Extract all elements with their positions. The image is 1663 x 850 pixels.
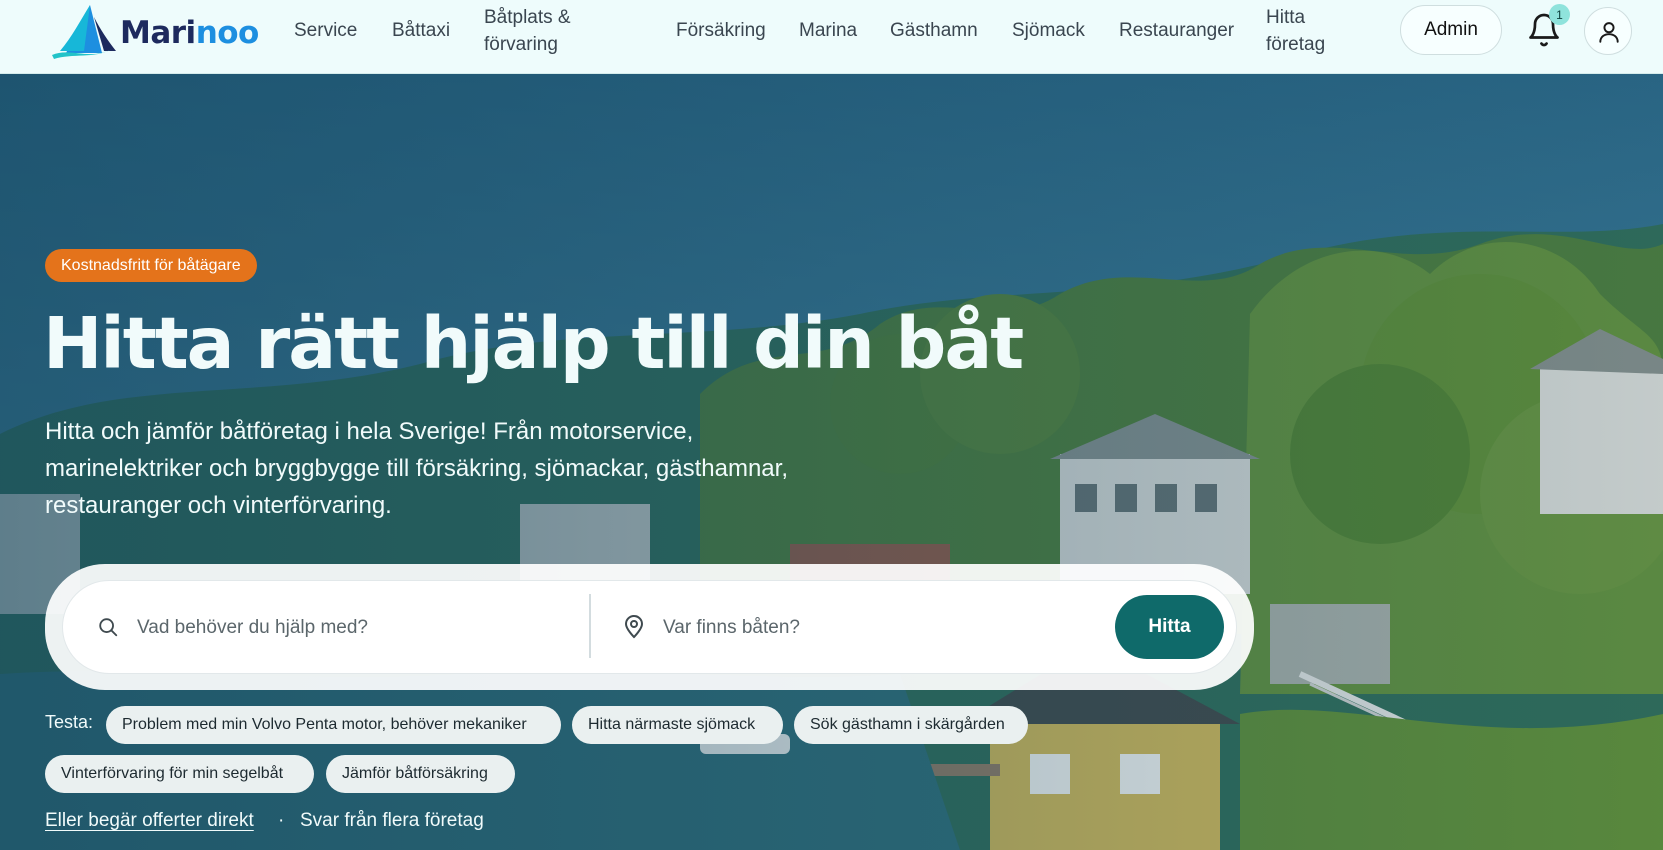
suggestion-chip-vinterforvaring[interactable]: Vinterförvaring för min segelbåt — [45, 755, 314, 793]
nav-service[interactable]: Service — [294, 17, 357, 44]
location-pin-icon — [624, 615, 644, 644]
top-navbar: Marinoo Service Båttaxi Båtplats & förvar… — [0, 0, 1663, 74]
hero-title: Hitta rätt hjälp till din båt — [43, 302, 1024, 385]
suggestion-chip-gasthamn[interactable]: Sök gästhamn i skärgården — [794, 706, 1028, 744]
nav-forsakring[interactable]: Försäkring — [676, 17, 766, 44]
nav-sjomack[interactable]: Sjömack — [1012, 17, 1085, 44]
nav-hitta-foretag[interactable]: Hitta företag — [1266, 4, 1325, 58]
sail-logo-icon — [52, 5, 116, 59]
suggestion-chip-batforsakring[interactable]: Jämför båtförsäkring — [326, 755, 515, 793]
location-input[interactable] — [661, 607, 1105, 649]
service-search-input[interactable] — [135, 607, 579, 649]
suggestion-chip-sjomack[interactable]: Hitta närmaste sjömack — [572, 706, 783, 744]
user-profile-button[interactable] — [1584, 7, 1632, 55]
marinoo-logo[interactable]: Marinoo — [50, 3, 265, 59]
suggestions-label: Testa: — [45, 712, 94, 732]
notification-count-badge: 1 — [1549, 4, 1570, 25]
search-divider — [589, 594, 591, 658]
nav-batplats-forvaring[interactable]: Båtplats & förvaring — [484, 4, 571, 58]
brand-name: Marinoo — [120, 15, 259, 51]
user-icon — [1599, 22, 1619, 43]
request-offers-link[interactable]: Eller begär offerter direkt — [45, 810, 254, 832]
admin-button[interactable]: Admin — [1400, 5, 1502, 55]
suggestion-chip-volvo-penta[interactable]: Problem med min Volvo Penta motor, behöv… — [106, 706, 561, 744]
nav-battaxi[interactable]: Båttaxi — [392, 17, 450, 44]
hero-subtitle: Hitta och jämför båtföretag i hela Sveri… — [45, 418, 788, 519]
separator-dot: · — [278, 810, 285, 831]
search-submit-button[interactable]: Hitta — [1115, 595, 1224, 659]
nav-restauranger[interactable]: Restauranger — [1119, 17, 1234, 44]
offers-note: Svar från flera företag — [300, 810, 484, 831]
nav-marina[interactable]: Marina — [799, 17, 857, 44]
search-icon — [97, 616, 119, 643]
nav-gasthamn[interactable]: Gästhamn — [890, 17, 978, 44]
free-for-boat-owners-badge: Kostnadsfritt för båtägare — [45, 249, 257, 282]
